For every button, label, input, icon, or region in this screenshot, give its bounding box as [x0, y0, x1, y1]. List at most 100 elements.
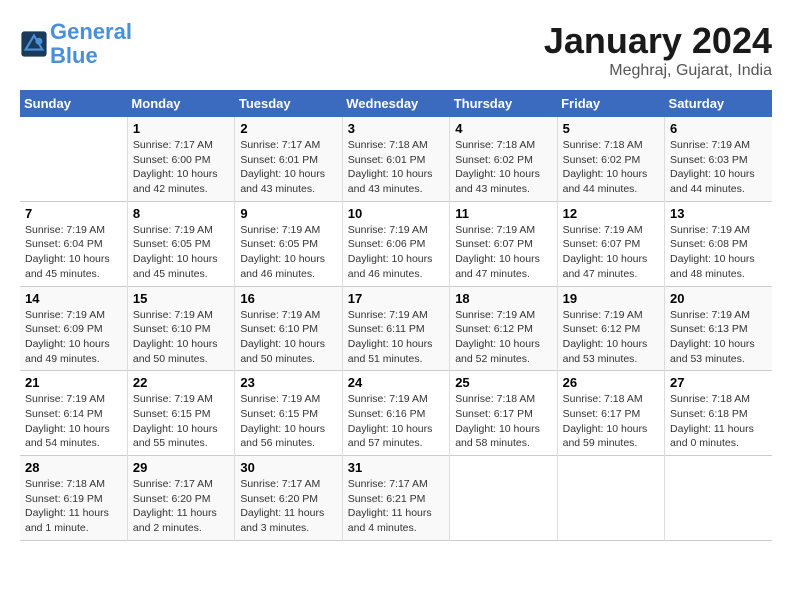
day-number: 2: [240, 121, 336, 136]
day-cell: 4Sunrise: 7:18 AM Sunset: 6:02 PM Daylig…: [450, 117, 557, 201]
day-info: Sunrise: 7:19 AM Sunset: 6:13 PM Dayligh…: [670, 308, 767, 367]
day-info: Sunrise: 7:17 AM Sunset: 6:20 PM Dayligh…: [133, 477, 229, 536]
day-info: Sunrise: 7:19 AM Sunset: 6:06 PM Dayligh…: [348, 223, 444, 282]
day-info: Sunrise: 7:19 AM Sunset: 6:10 PM Dayligh…: [133, 308, 229, 367]
calendar-body: 1Sunrise: 7:17 AM Sunset: 6:00 PM Daylig…: [20, 117, 772, 540]
day-number: 3: [348, 121, 444, 136]
day-cell: 21Sunrise: 7:19 AM Sunset: 6:14 PM Dayli…: [20, 371, 127, 456]
day-info: Sunrise: 7:18 AM Sunset: 6:02 PM Dayligh…: [563, 138, 659, 197]
day-info: Sunrise: 7:17 AM Sunset: 6:20 PM Dayligh…: [240, 477, 336, 536]
day-info: Sunrise: 7:18 AM Sunset: 6:02 PM Dayligh…: [455, 138, 551, 197]
day-number: 9: [240, 206, 336, 221]
day-cell: 8 Sunrise: 7:19 AM Sunset: 6:05 PM Daylig…: [127, 201, 234, 286]
day-info: Sunrise: 7:19 AM Sunset: 6:09 PM Dayligh…: [25, 308, 122, 367]
day-info: Sunrise: 7:19 AM Sunset: 6:12 PM Dayligh…: [563, 308, 659, 367]
day-number: 20: [670, 291, 767, 306]
day-cell: 17 Sunrise: 7:19 AM Sunset: 6:11 PM Dayli…: [342, 286, 449, 371]
day-info: Sunrise: 7:17 AM Sunset: 6:01 PM Dayligh…: [240, 138, 336, 197]
day-cell: 9Sunrise: 7:19 AM Sunset: 6:05 PM Daylig…: [235, 201, 342, 286]
week-row-5: 28Sunrise: 7:18 AM Sunset: 6:19 PM Dayli…: [20, 456, 772, 541]
day-info: Sunrise: 7:19 AM Sunset: 6:05 PM Dayligh…: [133, 223, 229, 282]
day-info: Sunrise: 7:19 AM Sunset: 6:04 PM Dayligh…: [25, 223, 122, 282]
day-info: Sunrise: 7:19 AM Sunset: 6:16 PM Dayligh…: [348, 392, 444, 451]
day-cell: [665, 456, 772, 541]
day-cell: 15 Sunrise: 7:19 AM Sunset: 6:10 PM Dayli…: [127, 286, 234, 371]
day-info: Sunrise: 7:18 AM Sunset: 6:01 PM Dayligh…: [348, 138, 444, 197]
day-number: 25: [455, 375, 551, 390]
day-number: 27: [670, 375, 767, 390]
day-info: Sunrise: 7:18 AM Sunset: 6:17 PM Dayligh…: [563, 392, 659, 451]
day-number: 29: [133, 460, 229, 475]
week-row-3: 14 Sunrise: 7:19 AM Sunset: 6:09 PM Dayli…: [20, 286, 772, 371]
day-info: Sunrise: 7:19 AM Sunset: 6:10 PM Dayligh…: [240, 308, 336, 367]
day-info: Sunrise: 7:19 AM Sunset: 6:11 PM Dayligh…: [348, 308, 444, 367]
day-number: 16: [240, 291, 336, 306]
col-saturday: Saturday: [665, 90, 772, 117]
page-header: General Blue January 2024 Meghraj, Gujar…: [20, 20, 772, 80]
day-cell: 19 Sunrise: 7:19 AM Sunset: 6:12 PM Dayli…: [557, 286, 664, 371]
day-number: 23: [240, 375, 336, 390]
day-cell: 16 Sunrise: 7:19 AM Sunset: 6:10 PM Dayli…: [235, 286, 342, 371]
day-info: Sunrise: 7:17 AM Sunset: 6:00 PM Dayligh…: [133, 138, 229, 197]
day-number: 30: [240, 460, 336, 475]
day-cell: 6 Sunrise: 7:19 AM Sunset: 6:03 PM Daylig…: [665, 117, 772, 201]
day-cell: 12 Sunrise: 7:19 AM Sunset: 6:07 PM Dayli…: [557, 201, 664, 286]
location: Meghraj, Gujarat, India: [544, 62, 772, 80]
col-thursday: Thursday: [450, 90, 557, 117]
day-number: 28: [25, 460, 122, 475]
day-cell: 10 Sunrise: 7:19 AM Sunset: 6:06 PM Dayli…: [342, 201, 449, 286]
col-monday: Monday: [127, 90, 234, 117]
day-number: 7: [25, 206, 122, 221]
logo-blue: Blue: [50, 43, 98, 68]
day-cell: 23Sunrise: 7:19 AM Sunset: 6:15 PM Dayli…: [235, 371, 342, 456]
week-row-2: 7 Sunrise: 7:19 AM Sunset: 6:04 PM Daylig…: [20, 201, 772, 286]
day-info: Sunrise: 7:19 AM Sunset: 6:07 PM Dayligh…: [563, 223, 659, 282]
day-cell: 24 Sunrise: 7:19 AM Sunset: 6:16 PM Dayli…: [342, 371, 449, 456]
month-year: January 2024: [544, 20, 772, 62]
day-info: Sunrise: 7:17 AM Sunset: 6:21 PM Dayligh…: [348, 477, 444, 536]
col-wednesday: Wednesday: [342, 90, 449, 117]
day-cell: 20 Sunrise: 7:19 AM Sunset: 6:13 PM Dayli…: [665, 286, 772, 371]
day-cell: 25Sunrise: 7:18 AM Sunset: 6:17 PM Dayli…: [450, 371, 557, 456]
day-number: 13: [670, 206, 767, 221]
day-cell: 3 Sunrise: 7:18 AM Sunset: 6:01 PM Daylig…: [342, 117, 449, 201]
logo-icon: [20, 30, 48, 58]
day-number: 18: [455, 291, 551, 306]
day-number: 24: [348, 375, 444, 390]
col-friday: Friday: [557, 90, 664, 117]
day-cell: 22Sunrise: 7:19 AM Sunset: 6:15 PM Dayli…: [127, 371, 234, 456]
day-number: 19: [563, 291, 659, 306]
week-row-1: 1Sunrise: 7:17 AM Sunset: 6:00 PM Daylig…: [20, 117, 772, 201]
day-cell: 1Sunrise: 7:17 AM Sunset: 6:00 PM Daylig…: [127, 117, 234, 201]
day-number: 14: [25, 291, 122, 306]
day-info: Sunrise: 7:19 AM Sunset: 6:03 PM Dayligh…: [670, 138, 767, 197]
day-cell: 28Sunrise: 7:18 AM Sunset: 6:19 PM Dayli…: [20, 456, 127, 541]
day-number: 6: [670, 121, 767, 136]
day-number: 17: [348, 291, 444, 306]
day-info: Sunrise: 7:19 AM Sunset: 6:12 PM Dayligh…: [455, 308, 551, 367]
day-number: 8: [133, 206, 229, 221]
day-cell: 14 Sunrise: 7:19 AM Sunset: 6:09 PM Dayli…: [20, 286, 127, 371]
day-number: 11: [455, 206, 551, 221]
day-number: 31: [348, 460, 444, 475]
day-cell: 2 Sunrise: 7:17 AM Sunset: 6:01 PM Daylig…: [235, 117, 342, 201]
day-number: 10: [348, 206, 444, 221]
day-cell: 29 Sunrise: 7:17 AM Sunset: 6:20 PM Dayli…: [127, 456, 234, 541]
day-info: Sunrise: 7:19 AM Sunset: 6:08 PM Dayligh…: [670, 223, 767, 282]
day-info: Sunrise: 7:18 AM Sunset: 6:18 PM Dayligh…: [670, 392, 767, 451]
day-cell: [557, 456, 664, 541]
week-row-4: 21Sunrise: 7:19 AM Sunset: 6:14 PM Dayli…: [20, 371, 772, 456]
day-cell: 11Sunrise: 7:19 AM Sunset: 6:07 PM Dayli…: [450, 201, 557, 286]
day-number: 5: [563, 121, 659, 136]
day-number: 15: [133, 291, 229, 306]
day-cell: 30 Sunrise: 7:17 AM Sunset: 6:20 PM Dayli…: [235, 456, 342, 541]
day-number: 12: [563, 206, 659, 221]
day-number: 26: [563, 375, 659, 390]
calendar-header: SundayMondayTuesdayWednesdayThursdayFrid…: [20, 90, 772, 117]
day-cell: 7 Sunrise: 7:19 AM Sunset: 6:04 PM Daylig…: [20, 201, 127, 286]
day-cell: 31 Sunrise: 7:17 AM Sunset: 6:21 PM Dayli…: [342, 456, 449, 541]
title-block: January 2024 Meghraj, Gujarat, India: [544, 20, 772, 80]
day-info: Sunrise: 7:19 AM Sunset: 6:14 PM Dayligh…: [25, 392, 122, 451]
day-cell: 13 Sunrise: 7:19 AM Sunset: 6:08 PM Dayli…: [665, 201, 772, 286]
day-cell: [450, 456, 557, 541]
